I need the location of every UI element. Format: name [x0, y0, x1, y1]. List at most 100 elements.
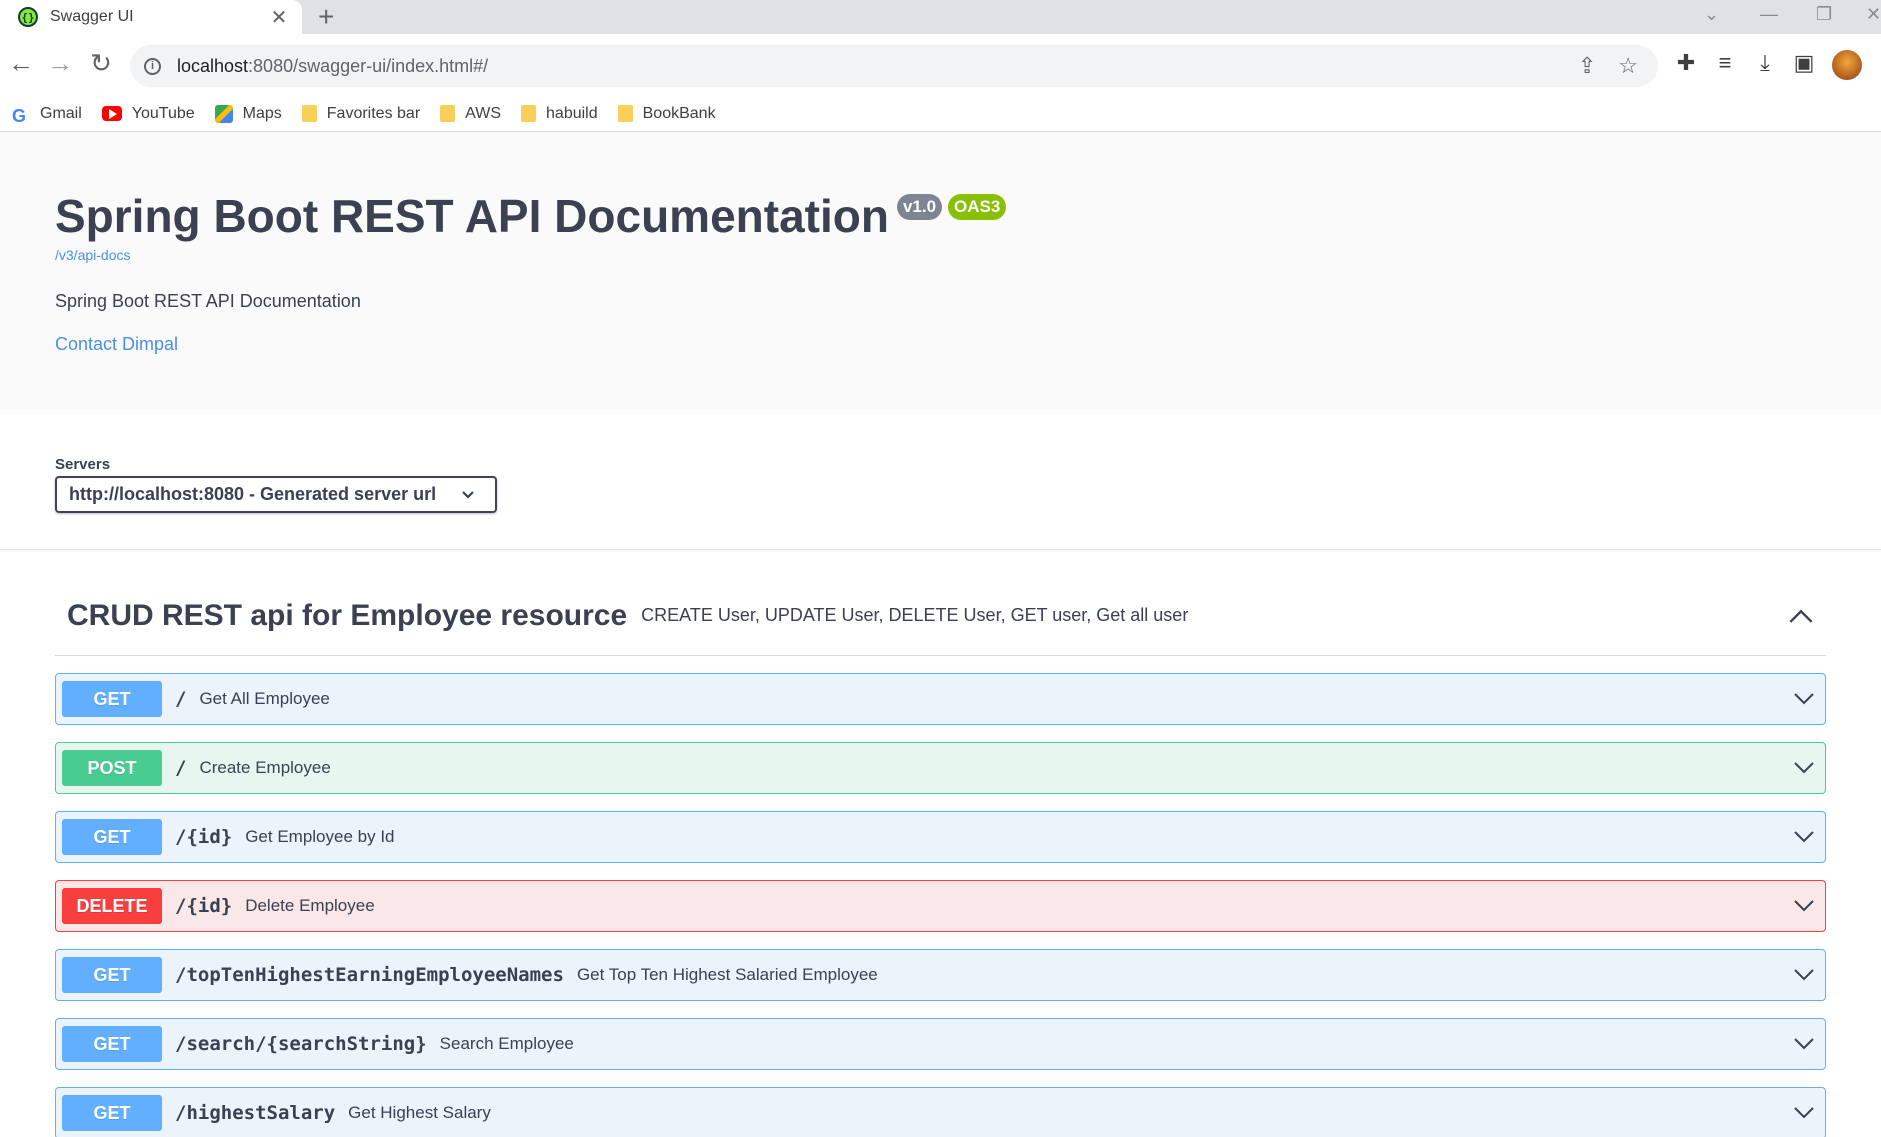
operation-search-employee[interactable]: GET /search/{searchString} Search Employ… — [55, 1018, 1826, 1070]
method-badge: DELETE — [62, 888, 162, 924]
chevron-down-icon — [462, 490, 474, 499]
tab-title: Swagger UI — [50, 8, 134, 25]
back-arrow-icon[interactable]: ← — [6, 48, 36, 78]
share-icon[interactable]: ⇪ — [1578, 53, 1596, 79]
operation-path: /{id} — [175, 895, 233, 917]
servers-section: Servers http://localhost:8080 - Generate… — [0, 414, 1881, 550]
operation-get-all-employee[interactable]: GET / Get All Employee — [55, 673, 1826, 725]
restore-icon[interactable]: ❐ — [1816, 4, 1832, 25]
chevron-down-icon[interactable] — [1793, 1106, 1815, 1120]
operation-create-employee[interactable]: POST / Create Employee — [55, 742, 1826, 794]
bookmarks-bar: G Gmail YouTube Maps Favorites bar AWS h… — [0, 96, 1881, 132]
chevron-down-icon[interactable] — [1793, 761, 1815, 775]
url-host: localhost — [177, 55, 249, 76]
google-icon: G — [12, 105, 27, 126]
folder-icon — [301, 105, 317, 122]
method-badge: GET — [62, 819, 162, 855]
chevron-down-icon[interactable] — [1793, 692, 1815, 706]
operation-highest-salary[interactable]: GET /highestSalary Get Highest Salary — [55, 1087, 1826, 1137]
operation-top-ten-highest-earning[interactable]: GET /topTenHighestEarningEmployeeNames G… — [55, 949, 1826, 1001]
bookmark-label: Maps — [242, 104, 282, 122]
side-panel-icon[interactable]: ▣ — [1790, 50, 1818, 76]
oas-badge: OAS3 — [948, 194, 1007, 220]
operation-path: / — [175, 688, 187, 710]
tag-section: CRUD REST api for Employee resource CREA… — [0, 550, 1881, 1137]
operation-summary: Get Employee by Id — [245, 827, 395, 846]
api-description: Spring Boot REST API Documentation — [55, 291, 361, 311]
operation-summary: Get Highest Salary — [348, 1103, 491, 1122]
bookmark-youtube[interactable]: YouTube — [101, 104, 195, 123]
tag-description: CREATE User, UPDATE User, DELETE User, G… — [641, 605, 1189, 625]
bookmark-star-icon[interactable]: ☆ — [1618, 53, 1638, 79]
operation-summary: Search Employee — [439, 1034, 574, 1053]
folder-icon — [440, 105, 456, 122]
bookmark-label: BookBank — [642, 104, 716, 122]
profile-avatar[interactable] — [1832, 50, 1862, 80]
bookmark-gmail[interactable]: G Gmail — [12, 104, 82, 126]
operation-path: /search/{searchString} — [175, 1033, 427, 1055]
swagger-page: Spring Boot REST API Documentation v1.0 … — [0, 132, 1881, 1137]
chevron-down-icon[interactable] — [1793, 968, 1815, 982]
folder-icon — [617, 105, 633, 122]
site-info-icon[interactable]: i — [144, 57, 161, 75]
extensions-icon[interactable]: ✚ — [1672, 50, 1700, 76]
contact-link[interactable]: Contact Dimpal — [55, 334, 1826, 355]
close-window-icon[interactable]: ✕ — [1866, 4, 1881, 25]
bookmark-label: Gmail — [40, 104, 82, 122]
method-badge: GET — [62, 1026, 162, 1062]
method-badge: GET — [62, 1095, 162, 1131]
tab-close-icon[interactable]: ✕ — [268, 5, 290, 30]
browser-tab[interactable]: {} Swagger UI ✕ — [0, 0, 302, 34]
api-docs-link[interactable]: /v3/api-docs — [55, 247, 1826, 263]
tag-header[interactable]: CRUD REST api for Employee resource CREA… — [55, 550, 1826, 656]
operation-summary: Get Top Ten Highest Salaried Employee — [576, 965, 878, 984]
minimize-icon[interactable]: — — [1760, 4, 1778, 25]
operation-path: /{id} — [175, 826, 233, 848]
new-tab-button[interactable]: + — [318, 2, 334, 32]
chevron-up-icon[interactable] — [1788, 607, 1814, 625]
chevron-down-icon[interactable] — [1793, 830, 1815, 844]
url-path: :8080/swagger-ui/index.html#/ — [248, 55, 489, 76]
page-title: Spring Boot REST API Documentation — [55, 190, 889, 242]
servers-selected-value: http://localhost:8080 - Generated server… — [69, 484, 437, 504]
swagger-favicon-icon: {} — [18, 7, 38, 27]
operation-delete-employee[interactable]: DELETE /{id} Delete Employee — [55, 880, 1826, 932]
api-info: Spring Boot REST API Documentation v1.0 … — [0, 132, 1881, 414]
bookmark-favorites-bar[interactable]: Favorites bar — [301, 104, 421, 123]
servers-select[interactable]: http://localhost:8080 - Generated server… — [55, 476, 497, 513]
method-badge: GET — [62, 681, 162, 717]
reload-icon[interactable]: ↻ — [86, 48, 116, 78]
operation-summary: Create Employee — [199, 758, 331, 777]
tab-search-icon[interactable]: ⌄ — [1704, 4, 1719, 25]
folder-icon — [521, 105, 537, 122]
bookmark-aws[interactable]: AWS — [440, 105, 501, 123]
youtube-icon — [101, 106, 122, 121]
method-badge: POST — [62, 750, 162, 786]
operation-summary: Delete Employee — [245, 896, 375, 915]
tag-name: CRUD REST api for Employee resource — [67, 598, 628, 632]
browser-tabstrip: {} Swagger UI ✕ + ⌄ — ❐ ✕ — [0, 0, 1881, 34]
download-icon[interactable]: ⤓ — [1751, 50, 1779, 76]
operation-get-employee-by-id[interactable]: GET /{id} Get Employee by Id — [55, 811, 1826, 863]
address-bar[interactable]: i localhost:8080/swagger-ui/index.html#/… — [130, 45, 1658, 87]
bookmark-maps[interactable]: Maps — [214, 104, 282, 123]
operation-path: /highestSalary — [175, 1102, 336, 1124]
bookmark-bookbank[interactable]: BookBank — [617, 104, 716, 123]
method-badge: GET — [62, 957, 162, 993]
operation-path: / — [175, 757, 187, 779]
media-control-icon[interactable]: ≡ — [1711, 50, 1739, 76]
chevron-down-icon[interactable] — [1793, 899, 1815, 913]
forward-arrow-icon[interactable]: → — [45, 48, 75, 78]
chevron-down-icon[interactable] — [1793, 1037, 1815, 1051]
bookmark-label: AWS — [465, 104, 502, 122]
servers-label: Servers — [55, 456, 111, 473]
operation-path: /topTenHighestEarningEmployeeNames — [175, 964, 564, 986]
bookmark-label: YouTube — [131, 104, 195, 122]
version-badge: v1.0 — [896, 194, 943, 220]
maps-icon — [214, 104, 233, 123]
url-text[interactable]: localhost:8080/swagger-ui/index.html#/ — [177, 56, 488, 77]
bookmark-habuild[interactable]: habuild — [521, 105, 598, 123]
bookmark-label: Favorites bar — [326, 104, 421, 122]
browser-toolbar: ← → ↻ i localhost:8080/swagger-ui/index.… — [0, 34, 1881, 96]
operation-summary: Get All Employee — [199, 689, 330, 708]
